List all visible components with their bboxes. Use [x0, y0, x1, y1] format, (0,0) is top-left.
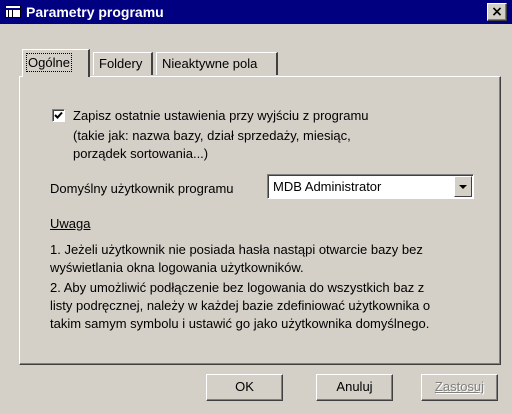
- apply-button[interactable]: Zastosuj: [421, 374, 498, 401]
- close-icon: ×: [491, 4, 503, 20]
- tab-foldery[interactable]: Foldery: [93, 52, 153, 75]
- save-settings-description-line2: porządek sortowania...): [73, 146, 209, 161]
- default-user-value: MDB Administrator: [273, 179, 382, 194]
- save-settings-description-line1: (takie jak: nazwa bazy, dział sprzedaży,…: [73, 128, 351, 143]
- chevron-down-icon[interactable]: [454, 176, 472, 197]
- tab-nieaktywne-pola[interactable]: Nieaktywne pola: [156, 52, 278, 75]
- title-bar[interactable]: Parametry programu ×: [0, 0, 512, 24]
- save-settings-checkbox[interactable]: [52, 109, 65, 122]
- default-user-select[interactable]: MDB Administrator: [267, 174, 474, 199]
- note-line-5: takim samym symbolu i ustawić go jako uż…: [50, 316, 430, 331]
- note-line-1: 1. Jeżeli użytkownik nie posiada hasła n…: [50, 242, 423, 257]
- note-line-3: 2. Aby umożliwić podłączenie bez logowan…: [50, 280, 425, 295]
- default-user-label: Domyślny użytkownik programu: [50, 181, 234, 196]
- apply-button-label: Zastosuj: [434, 379, 485, 394]
- cancel-button[interactable]: Anuluj: [316, 374, 393, 401]
- checkmark-icon: [54, 111, 63, 119]
- note-title: Uwaga: [50, 216, 91, 231]
- window-title: Parametry programu: [26, 4, 164, 20]
- close-button[interactable]: ×: [487, 3, 507, 21]
- note-line-4: listy podręcznej, należy w każdej bazie …: [50, 298, 431, 313]
- tab-ogolne-label: Ogólne: [26, 53, 72, 72]
- note-line-2: wyświetlania okna logowania użytkowników…: [50, 260, 304, 275]
- tab-foldery-label: Foldery: [99, 56, 143, 71]
- ok-button[interactable]: OK: [206, 374, 283, 401]
- save-settings-label[interactable]: Zapisz ostatnie ustawienia przy wyjściu …: [73, 108, 369, 123]
- table-icon: [5, 5, 21, 18]
- tab-nieaktywne-pola-label: Nieaktywne pola: [162, 56, 258, 71]
- tab-ogolne[interactable]: Ogólne: [22, 49, 90, 77]
